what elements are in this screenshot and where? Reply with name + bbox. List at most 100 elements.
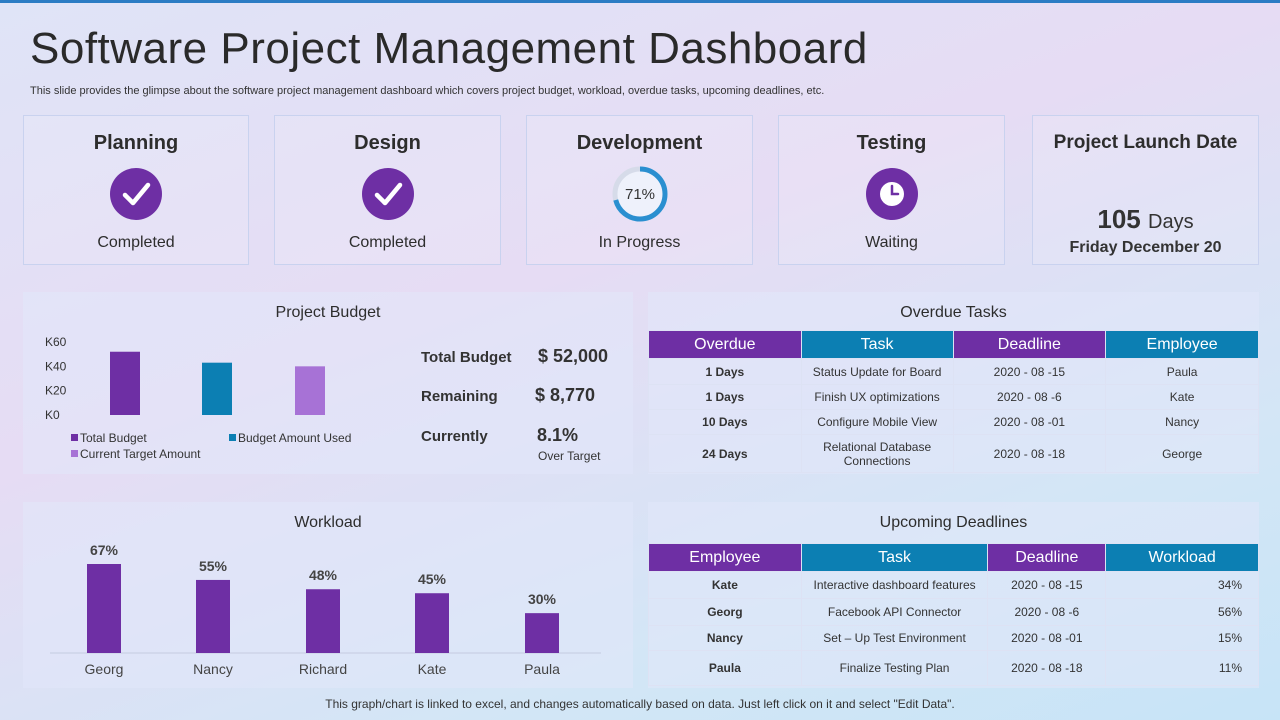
data-label: 48% bbox=[309, 567, 338, 583]
budget-bar[interactable] bbox=[202, 362, 232, 415]
table-cell: Kate bbox=[648, 571, 802, 599]
table-cell: 1 Days bbox=[648, 358, 802, 385]
workload-panel: Workload 67% Georg 55% Nancy 48% Richard 45% Ka… bbox=[23, 502, 633, 688]
stage-name: Design bbox=[354, 132, 421, 154]
table-cell: 2020 - 08 -01 bbox=[987, 625, 1107, 651]
page-subtitle: This slide provides the glimpse about th… bbox=[30, 85, 825, 97]
workload-bar[interactable] bbox=[87, 564, 121, 653]
launch-title: Project Launch Date bbox=[1053, 132, 1238, 153]
upcoming-deadlines-panel: Upcoming Deadlines Employee Task Deadlin… bbox=[648, 502, 1259, 688]
table-cell: Nancy bbox=[1105, 409, 1259, 435]
stage-status: Waiting bbox=[865, 234, 918, 251]
checkmark-icon bbox=[361, 168, 414, 220]
table-cell: Kate bbox=[1105, 384, 1259, 410]
stage-name: Development bbox=[576, 132, 703, 154]
overdue-tasks-panel: Overdue Tasks Overdue Task Deadline Empl… bbox=[648, 292, 1259, 474]
table-cell: Paula bbox=[648, 650, 802, 686]
budget-bar[interactable] bbox=[110, 351, 140, 415]
table-cell: 2020 - 08 -6 bbox=[952, 384, 1107, 410]
table-cell: Facebook API Connector bbox=[800, 598, 989, 626]
table-cell: Set – Up Test Environment bbox=[800, 625, 989, 651]
stage-status: Completed bbox=[348, 234, 427, 251]
workload-bar-chart[interactable]: 67% Georg 55% Nancy 48% Richard 45% Kate 30% Paul… bbox=[23, 502, 633, 688]
stage-card-design: Design Completed bbox=[274, 115, 501, 265]
upcoming-title: Upcoming Deadlines bbox=[879, 514, 1028, 531]
launch-date-card: Project Launch Date 105 Days Friday Dece… bbox=[1032, 115, 1259, 265]
data-label: 55% bbox=[199, 558, 228, 574]
footer-note: This graph/chart is linked to excel, and… bbox=[325, 697, 955, 711]
column-header: Overdue bbox=[648, 330, 802, 359]
workload-bar[interactable] bbox=[415, 593, 449, 653]
budget-note: Over Target bbox=[538, 449, 601, 463]
y-tick-label: K20 bbox=[45, 384, 67, 398]
progress-ring-icon: 71% bbox=[612, 166, 667, 222]
launch-days: 105 Days bbox=[1033, 204, 1258, 235]
x-tick-label: Kate bbox=[418, 661, 447, 677]
legend-label: Total Budget bbox=[80, 431, 147, 445]
table-cell: Status Update for Board bbox=[800, 358, 954, 385]
table-header-row: Overdue Task Deadline Employee bbox=[648, 330, 1259, 359]
clock-icon bbox=[865, 168, 918, 220]
table-cell: Georg bbox=[648, 598, 802, 626]
table-cell: 56% bbox=[1105, 598, 1259, 626]
budget-bar[interactable] bbox=[295, 366, 325, 415]
budget-bar-chart[interactable]: K0 K20 K40 K60 Total Budget Budget Amount Use… bbox=[23, 292, 423, 474]
legend-swatch bbox=[229, 434, 236, 441]
overdue-title: Overdue Tasks bbox=[900, 304, 1007, 321]
budget-label: Currently bbox=[421, 428, 488, 445]
table-cell: 2020 - 08 -15 bbox=[987, 571, 1107, 599]
budget-value: $ 52,000 bbox=[538, 346, 609, 366]
overdue-table: Overdue Task Deadline Employee 1 Days St… bbox=[648, 330, 1259, 473]
table-row: 24 Days Relational Database Connections … bbox=[648, 434, 1259, 473]
table-row: 1 Days Finish UX optimizations 2020 - 08… bbox=[648, 384, 1259, 410]
legend-swatch bbox=[71, 450, 78, 457]
table-row: Paula Finalize Testing Plan 2020 - 08 -1… bbox=[648, 650, 1259, 686]
legend-label: Budget Amount Used bbox=[238, 431, 351, 445]
launch-days-value: 105 bbox=[1097, 204, 1141, 234]
column-header: Task bbox=[800, 543, 989, 572]
table-cell: 2020 - 08 -6 bbox=[987, 598, 1107, 626]
legend-swatch bbox=[71, 434, 78, 441]
table-cell: 24 Days bbox=[648, 434, 802, 473]
data-label: 67% bbox=[90, 542, 119, 558]
data-label: 30% bbox=[528, 591, 557, 607]
table-row: 1 Days Status Update for Board 2020 - 08… bbox=[648, 358, 1259, 385]
data-label: 45% bbox=[418, 571, 447, 587]
stage-name: Planning bbox=[93, 132, 179, 154]
table-cell: 2020 - 08 -01 bbox=[952, 409, 1107, 435]
stage-status: Completed bbox=[97, 234, 175, 251]
progress-percent: 71% bbox=[624, 186, 654, 203]
page-title: Software Project Management Dashboard bbox=[30, 24, 868, 73]
budget-label: Total Budget bbox=[421, 349, 512, 366]
table-cell: George bbox=[1105, 434, 1259, 473]
workload-bar[interactable] bbox=[196, 579, 230, 653]
workload-bar[interactable] bbox=[525, 613, 559, 653]
workload-bar[interactable] bbox=[306, 589, 340, 653]
table-cell: 15% bbox=[1105, 625, 1259, 651]
table-cell: Finish UX optimizations bbox=[800, 384, 954, 410]
table-cell: Interactive dashboard features bbox=[800, 571, 989, 599]
table-cell: Nancy bbox=[648, 625, 802, 651]
table-cell: 1 Days bbox=[648, 384, 802, 410]
y-tick-label: K40 bbox=[45, 359, 67, 373]
table-cell: Paula bbox=[1105, 358, 1259, 385]
y-tick-label: K60 bbox=[45, 335, 67, 349]
table-row: Nancy Set – Up Test Environment 2020 - 0… bbox=[648, 625, 1259, 651]
stage-card-development: Development 71% In Progress bbox=[526, 115, 753, 265]
table-cell: 2020 - 08 -18 bbox=[952, 434, 1107, 473]
table-cell: Relational Database Connections bbox=[800, 434, 954, 473]
launch-days-unit: Days bbox=[1148, 211, 1194, 233]
table-cell: 10 Days bbox=[648, 409, 802, 435]
column-header: Employee bbox=[648, 543, 802, 572]
table-cell: Finalize Testing Plan bbox=[800, 650, 989, 686]
table-cell: 2020 - 08 -18 bbox=[987, 650, 1107, 686]
stage-card-testing: Testing Waiting bbox=[778, 115, 1005, 265]
table-cell: 2020 - 08 -15 bbox=[952, 358, 1107, 385]
x-tick-label: Paula bbox=[524, 661, 560, 677]
table-row: Georg Facebook API Connector 2020 - 08 -… bbox=[648, 598, 1259, 626]
budget-value: $ 8,770 bbox=[535, 385, 596, 405]
stage-card-planning: Planning Completed bbox=[23, 115, 249, 265]
table-row: Kate Interactive dashboard features 2020… bbox=[648, 571, 1259, 599]
table-cell: Configure Mobile View bbox=[800, 409, 954, 435]
x-tick-label: Richard bbox=[299, 661, 347, 677]
